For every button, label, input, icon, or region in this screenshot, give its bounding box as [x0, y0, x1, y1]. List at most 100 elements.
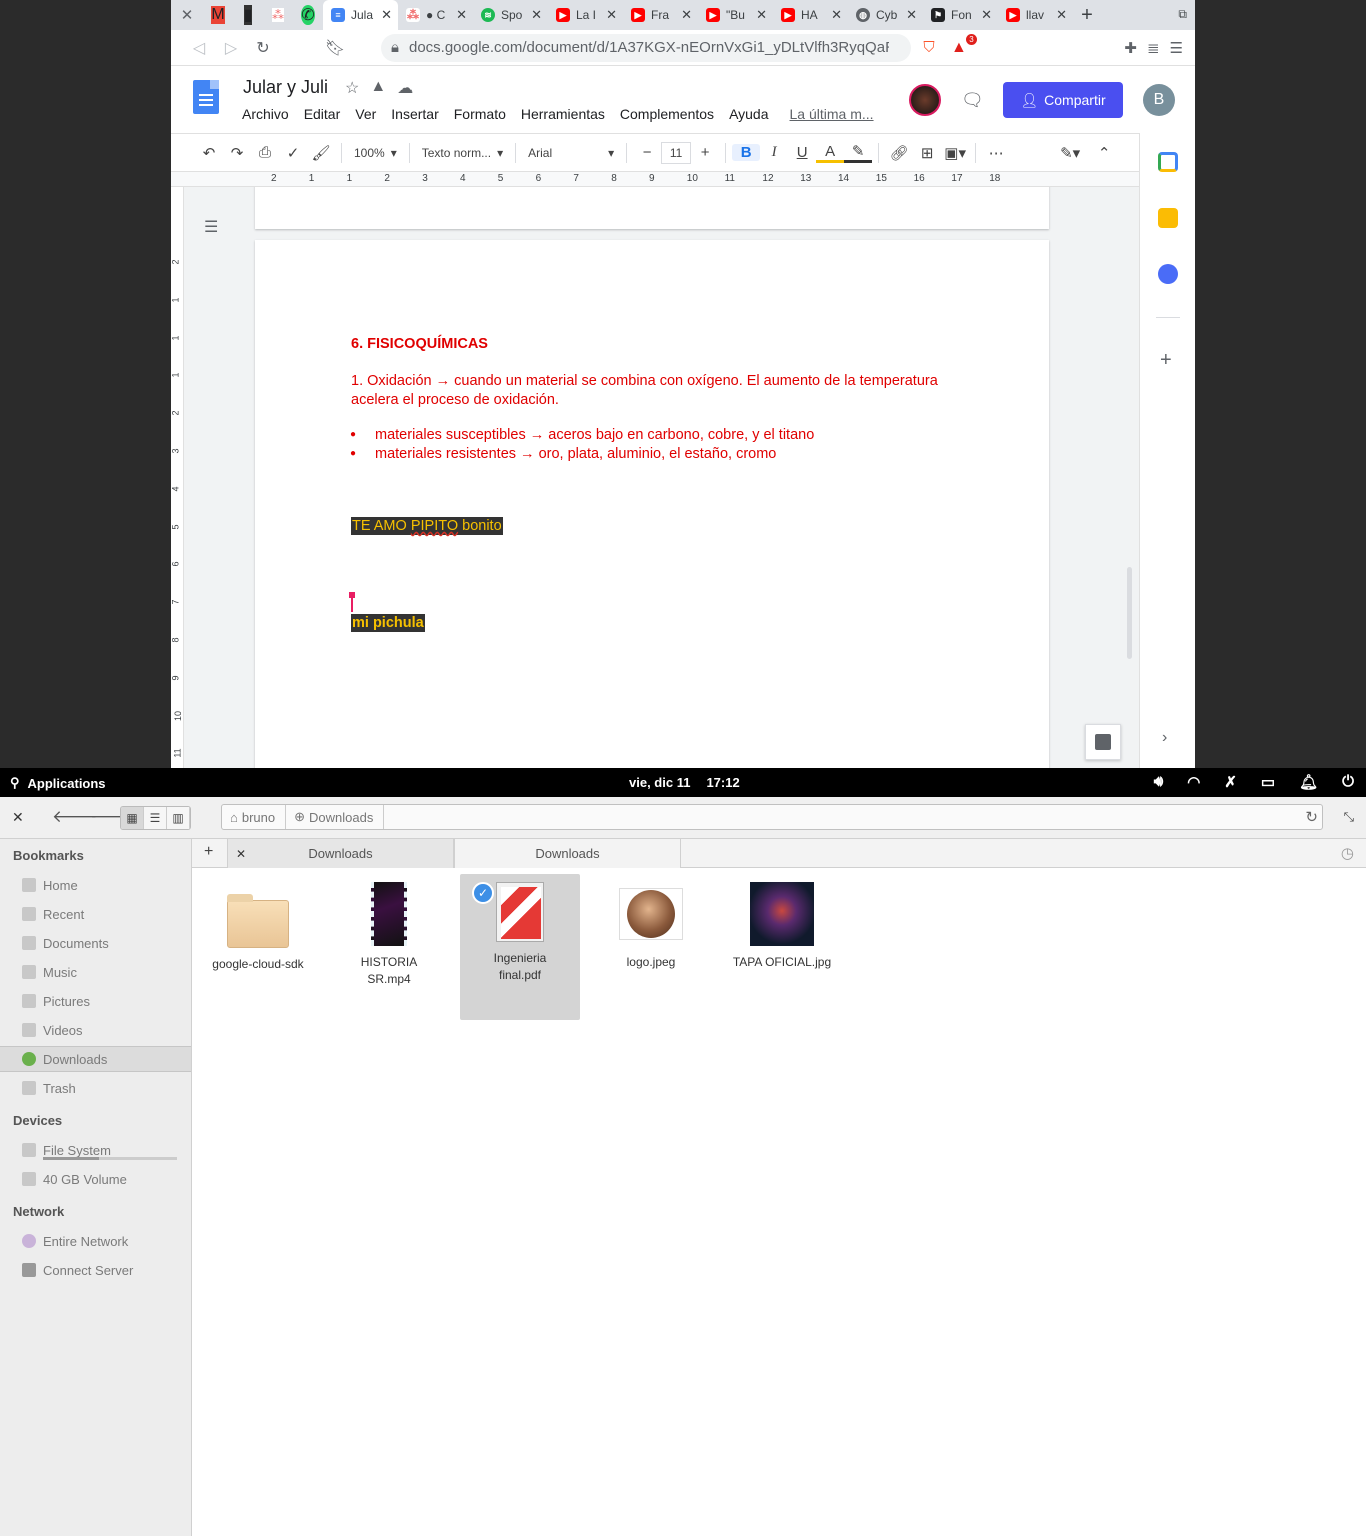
link-icon[interactable]: 🔗︎	[885, 144, 913, 162]
menu-ver[interactable]: Ver	[355, 106, 376, 122]
menu-formato[interactable]: Formato	[454, 106, 506, 122]
file-item-tapa[interactable]: TAPA OFICIAL.jpg	[722, 874, 842, 1020]
tab-flag[interactable]: ⚑ Fon ✕	[923, 0, 998, 30]
document-title[interactable]: Jular y Juli	[243, 77, 328, 98]
tab-youtube-5[interactable]: ▶ llav ✕	[998, 0, 1073, 30]
print-icon[interactable]: ⎙	[251, 144, 279, 161]
tab-close-icon[interactable]: ✕	[756, 7, 767, 23]
tab-close-icon[interactable]: ✕	[831, 7, 842, 23]
history-icon[interactable]: ◷	[1341, 844, 1354, 862]
list-view-icon[interactable]: ☰	[144, 807, 167, 829]
tab-youtube-3[interactable]: ▶ "Bu ✕	[698, 0, 773, 30]
add-addon-icon[interactable]: +	[1160, 349, 1172, 372]
breadcrumb-home[interactable]: ⌂ bruno	[222, 805, 287, 829]
file-item-video[interactable]: HISTORIA SR.mp4	[329, 874, 449, 1020]
chevron-right-icon[interactable]: ›	[1162, 729, 1167, 747]
account-avatar[interactable]: B	[1143, 84, 1175, 116]
collapse-icon[interactable]: ⌃	[1090, 144, 1118, 162]
tasks-icon[interactable]	[1158, 264, 1178, 284]
tab-close-icon[interactable]: ✕	[681, 7, 692, 23]
cloud-saved-icon[interactable]: ☁	[397, 78, 413, 98]
reload-icon[interactable]: ↻	[1305, 808, 1318, 826]
tab-close-icon[interactable]: ✕	[531, 7, 542, 23]
tab-close-icon[interactable]: ✕	[381, 7, 392, 23]
file-item-folder[interactable]: google-cloud-sdk	[198, 874, 318, 1020]
tab-youtube-4[interactable]: ▶ HA ✕	[773, 0, 848, 30]
undo-icon[interactable]: ↶	[195, 144, 223, 162]
new-tab-button[interactable]: +	[1073, 4, 1101, 27]
more-icon[interactable]: ⋯	[982, 144, 1010, 162]
text-color-icon[interactable]: A	[816, 143, 845, 163]
file-item-logo[interactable]: logo.jpeg	[591, 874, 711, 1020]
file-item-pdf[interactable]: ✓ Ingenieria final.pdf	[460, 874, 580, 1020]
selected-check-icon[interactable]: ✓	[472, 882, 494, 904]
underline-button[interactable]: U	[788, 144, 816, 161]
sidebar-item-home[interactable]: Home	[0, 872, 191, 898]
power-icon[interactable]: ⏻	[1342, 773, 1354, 791]
menu-complementos[interactable]: Complementos	[620, 106, 714, 122]
bluetooth-off-icon[interactable]: ✗	[1224, 773, 1237, 791]
tab-trello[interactable]: ▮	[233, 0, 263, 30]
tab-asana-2[interactable]: ⁂ ● C ✕	[398, 0, 473, 30]
move-to-drive-icon[interactable]: ▲	[370, 78, 386, 98]
back-button[interactable]: ◁	[183, 38, 215, 58]
breadcrumb-downloads[interactable]: ⊕ Downloads	[286, 805, 385, 829]
tab-spotify[interactable]: ≋ Spo ✕	[473, 0, 548, 30]
tab-close-icon[interactable]: ✕	[606, 7, 617, 23]
add-comment-icon[interactable]: ⊞	[913, 144, 941, 162]
page-current[interactable]: 6. FISICOQUÍMICAS 1. Oxidación → cuando …	[255, 240, 1049, 768]
calendar-icon[interactable]	[1158, 152, 1178, 172]
document-outline-icon[interactable]: ☰	[204, 217, 218, 237]
media-icon[interactable]: ≣	[1147, 39, 1160, 57]
tab-close-icon[interactable]: ✕	[906, 7, 917, 23]
tab-close-icon[interactable]: ✕	[981, 7, 992, 23]
bookmark-icon[interactable]: 🔖︎	[319, 38, 351, 58]
last-edit-link[interactable]: La última m...	[790, 106, 874, 122]
menu-ayuda[interactable]: Ayuda	[729, 106, 768, 122]
tab-docs[interactable]: ≡ Jula ✕	[323, 0, 398, 30]
menu-herramientas[interactable]: Herramientas	[521, 106, 605, 122]
location-bar[interactable]: ⌂ bruno ⊕ Downloads ↻	[221, 804, 1323, 830]
extensions-icon[interactable]: ✚	[1124, 39, 1137, 57]
comments-icon[interactable]: 🗨︎	[961, 90, 984, 111]
tab-globe[interactable]: ◍ Cyb ✕	[848, 0, 923, 30]
close-tab-icon[interactable]: ✕	[236, 847, 246, 861]
sidebar-item-entire-network[interactable]: Entire Network	[0, 1228, 191, 1254]
sidebar-item-volume[interactable]: 40 GB Volume	[0, 1166, 191, 1192]
notifications-icon[interactable]: 🔔︎	[1299, 773, 1318, 791]
tab-close-icon[interactable]: ✕	[1056, 7, 1067, 23]
tab-youtube-1[interactable]: ▶ La I ✕	[548, 0, 623, 30]
close-icon[interactable]: ✕	[12, 809, 24, 826]
keep-icon[interactable]	[1158, 208, 1178, 228]
tab-youtube-2[interactable]: ▶ Fra ✕	[623, 0, 698, 30]
sidebar-item-trash[interactable]: Trash	[0, 1075, 191, 1101]
volume-icon[interactable]: 🔊︎	[1154, 773, 1163, 791]
grid-view-icon[interactable]: ▦	[121, 807, 144, 829]
address-bar[interactable]: 🔒︎ docs.google.com/document/d/1A37KGX-nE…	[381, 33, 911, 62]
tab-close-icon[interactable]: ✕	[456, 7, 467, 23]
collaborator-avatar[interactable]	[909, 84, 941, 116]
restore-window-icon[interactable]: ⧉	[1178, 7, 1187, 22]
sidebar-item-connect-server[interactable]: Connect Server	[0, 1257, 191, 1283]
menu-icon[interactable]: ☰	[1170, 39, 1183, 57]
font-size-input[interactable]: 11	[661, 141, 692, 164]
bold-button[interactable]: B	[732, 144, 761, 161]
tab-downloads-2[interactable]: Downloads	[454, 839, 681, 868]
redo-icon[interactable]: ↷	[223, 144, 251, 162]
star-icon[interactable]: ☆	[345, 78, 359, 98]
editing-mode-icon[interactable]: ✎▾	[1050, 144, 1090, 162]
forward-button[interactable]: ▷	[215, 38, 247, 58]
spellcheck-icon[interactable]: ✓	[279, 144, 307, 162]
italic-button[interactable]: I	[760, 144, 788, 161]
sidebar-item-downloads[interactable]: Downloads	[0, 1046, 191, 1072]
docs-logo-icon[interactable]	[193, 80, 219, 114]
restore-icon[interactable]: ⤡	[1344, 809, 1354, 825]
datetime-indicator[interactable]: vie, dic 11 17:12	[629, 775, 740, 790]
increase-font-icon[interactable]: +	[691, 144, 719, 161]
sidebar-item-recent[interactable]: Recent	[0, 901, 191, 927]
decrease-font-icon[interactable]: −	[633, 144, 661, 161]
insert-image-icon[interactable]: ▣▾	[941, 144, 969, 162]
scrollbar-thumb[interactable]	[1127, 567, 1132, 659]
close-icon[interactable]: ✕	[171, 6, 203, 24]
sidebar-item-pictures[interactable]: Pictures	[0, 988, 191, 1014]
